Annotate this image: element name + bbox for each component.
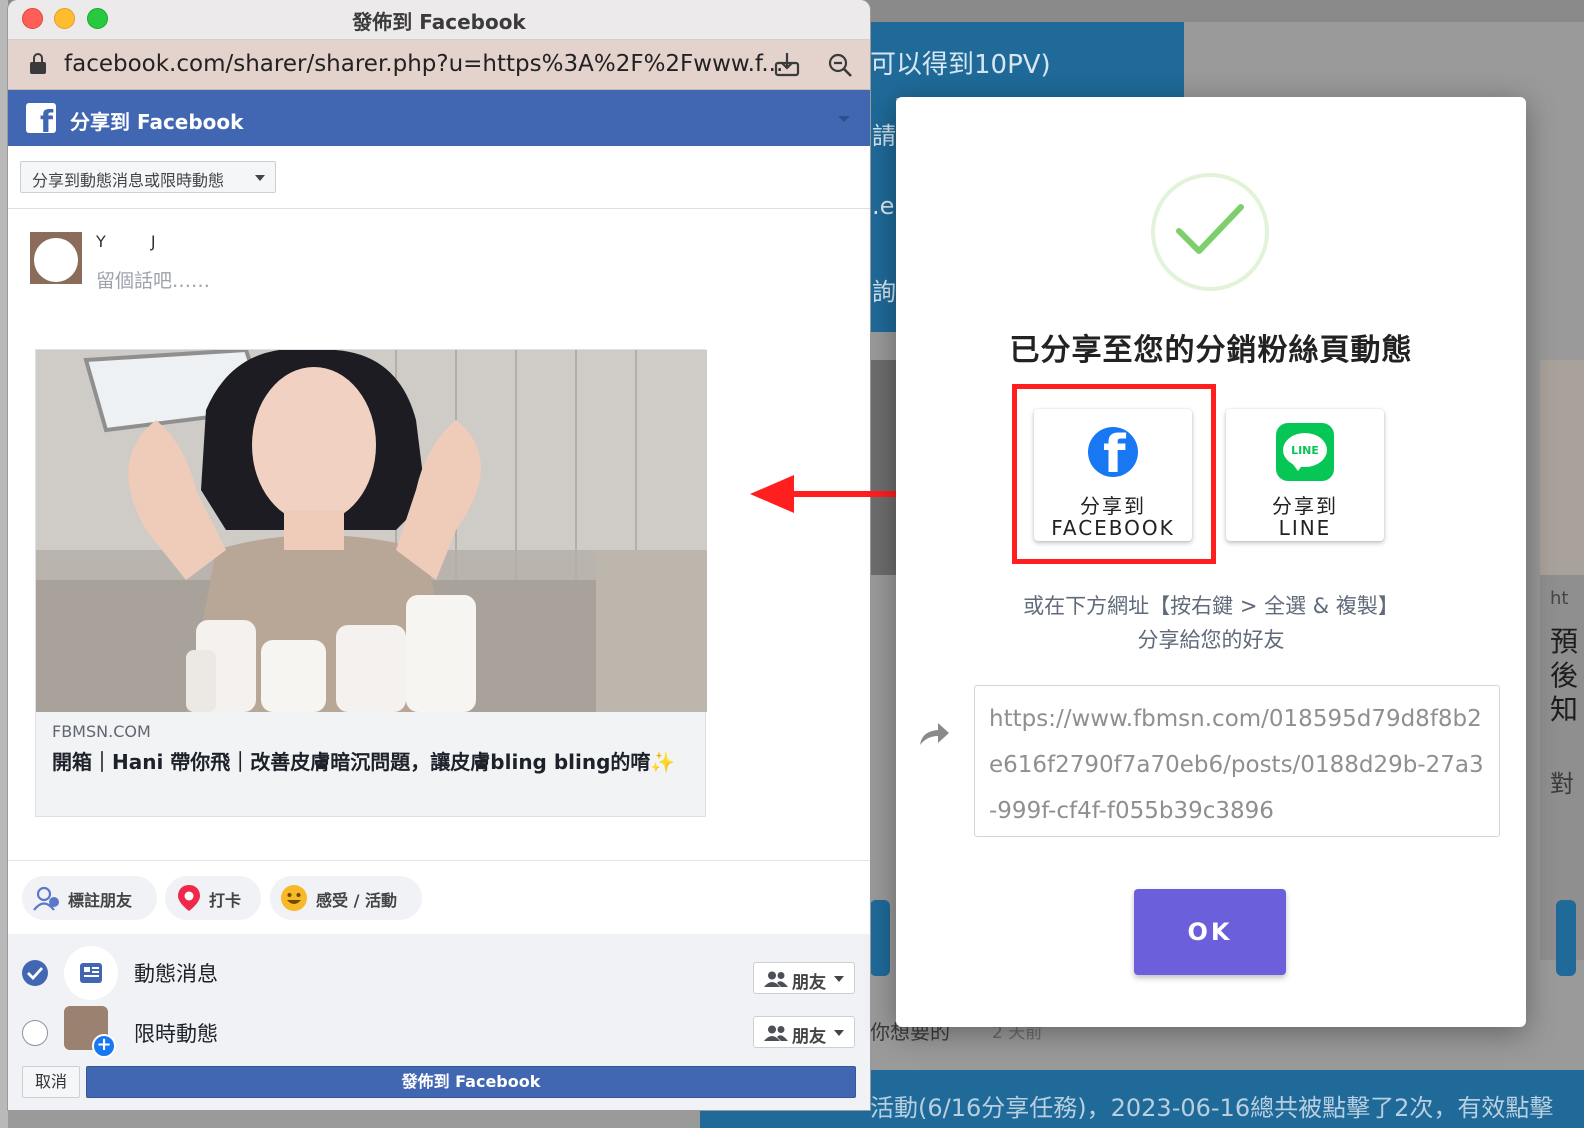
background-right-card-image (1540, 360, 1584, 575)
background-side-glyph: 詢 (872, 278, 896, 306)
story-checkbox[interactable] (22, 1020, 48, 1046)
success-check-icon (1151, 173, 1269, 291)
share-url-textarea[interactable]: https://www.fbmsn.com/018595d79d8f8b2e61… (974, 685, 1500, 837)
preview-title: 開箱｜Hani 帶你飛｜改善皮膚暗沉問題，讓皮膚bling bling的唷✨ (52, 750, 676, 774)
background-right-button (1556, 900, 1576, 976)
news-feed-label: 動態消息 (134, 962, 218, 986)
line-icon: LINE (1276, 423, 1334, 481)
background-button (870, 900, 890, 976)
download-icon[interactable] (773, 51, 801, 79)
background-side-glyph: .e (872, 192, 895, 220)
copy-url-hint: 或在下方網址【按右鍵 > 全選 & 複製】 分享給您的好友 (1023, 594, 1399, 652)
background-right-card-foot: 對 (1550, 770, 1574, 798)
story-icon-wrap: + (64, 1006, 118, 1060)
window-title: 發佈到 Facebook (352, 10, 526, 34)
share-target-dropdown[interactable]: 分享到動態消息或限時動態 (20, 161, 276, 193)
background-right-card-glyph: 知 (1550, 693, 1579, 726)
news-feed-privacy-dropdown[interactable]: 朋友 (753, 962, 855, 994)
zoom-out-icon[interactable] (826, 51, 854, 79)
compose-input[interactable]: 留個話吧…… (96, 266, 210, 293)
header-chevron-down-icon[interactable] (838, 116, 850, 122)
smiley-icon (281, 885, 307, 911)
share-to-line-label: 分享到 LINE (1272, 494, 1338, 540)
preview-domain: FBMSN.COM (52, 722, 151, 741)
share-url-text: https://www.fbmsn.com/018595d79d8f8b2e61… (989, 706, 1484, 824)
news-feed-checkbox[interactable] (22, 960, 48, 986)
background-thumbnail (870, 360, 896, 575)
tag-friends-icon (33, 886, 59, 911)
friends-icon (764, 971, 788, 987)
divider (8, 208, 870, 209)
address-url: facebook.com/sharer/sharer.php?u=https%3… (64, 51, 784, 77)
window-titlebar: 發佈到 Facebook (8, 0, 870, 40)
annotation-highlight-box (1012, 384, 1216, 564)
news-feed-icon (80, 963, 102, 983)
ok-button[interactable]: OK (1134, 889, 1286, 975)
privacy-label: 朋友 (792, 1027, 826, 1047)
tag-friends-label: 標註朋友 (68, 891, 133, 910)
avatar (30, 232, 82, 284)
line-icon-text: LINE (1291, 444, 1319, 457)
background-left-strip (0, 0, 8, 1128)
share-target-label: 分享到動態消息或限時動態 (32, 171, 225, 190)
chevron-down-icon (255, 175, 265, 181)
feeling-activity-button[interactable]: 感受 / 活動 (270, 876, 422, 920)
story-privacy-dropdown[interactable]: 朋友 (753, 1016, 855, 1048)
check-in-button[interactable]: 打卡 (165, 876, 261, 920)
background-right-card-url: ht (1550, 588, 1569, 609)
feeling-activity-label: 感受 / 活動 (316, 891, 397, 910)
modal-title: 已分享至您的分銷粉絲頁動態 (1009, 333, 1413, 368)
chevron-down-icon (834, 976, 844, 982)
link-preview-card[interactable]: FBMSN.COM 開箱｜Hani 帶你飛｜改善皮膚暗沉問題，讓皮膚bling … (35, 349, 707, 817)
checkmark-icon (27, 967, 43, 980)
user-name: Y J (96, 232, 176, 251)
background-bottom-text: 活動(6/16分享任務)，2023-06-16總共被點擊了2次，有效點擊 (870, 1094, 1554, 1122)
chevron-down-icon (834, 1030, 844, 1036)
address-bar[interactable]: facebook.com/sharer/sharer.php?u=https%3… (8, 40, 870, 90)
share-dialog-title: 分享到 Facebook (70, 110, 244, 134)
preview-image (36, 350, 707, 712)
add-story-icon: + (92, 1034, 116, 1058)
share-to-line-button[interactable]: LINE 分享到 LINE (1226, 409, 1384, 541)
share-success-modal: 已分享至您的分銷粉絲頁動態 f 分享到 FACEBOOK LINE 分享到 LI… (896, 97, 1526, 1027)
tag-friends-button[interactable]: 標註朋友 (22, 876, 157, 920)
facebook-logo-icon: f (26, 103, 56, 133)
location-pin-icon (178, 885, 200, 911)
privacy-label: 朋友 (792, 973, 826, 993)
story-label: 限時動態 (134, 1022, 218, 1046)
post-to-facebook-button[interactable]: 發佈到 Facebook (86, 1066, 856, 1098)
background-side-glyph: 請 (872, 122, 896, 150)
divider (8, 860, 870, 861)
news-feed-icon-wrap (64, 946, 118, 1000)
check-in-label: 打卡 (209, 891, 242, 910)
friends-icon (764, 1025, 788, 1041)
lock-icon (30, 53, 46, 75)
cancel-button[interactable]: 取消 (22, 1066, 80, 1098)
facebook-share-window: 發佈到 Facebook facebook.com/sharer/sharer.… (8, 0, 870, 1110)
share-arrow-icon (920, 723, 949, 745)
background-banner-text: 可以得到10PV) (870, 50, 1051, 80)
share-dialog-header: f 分享到 Facebook (8, 90, 870, 146)
